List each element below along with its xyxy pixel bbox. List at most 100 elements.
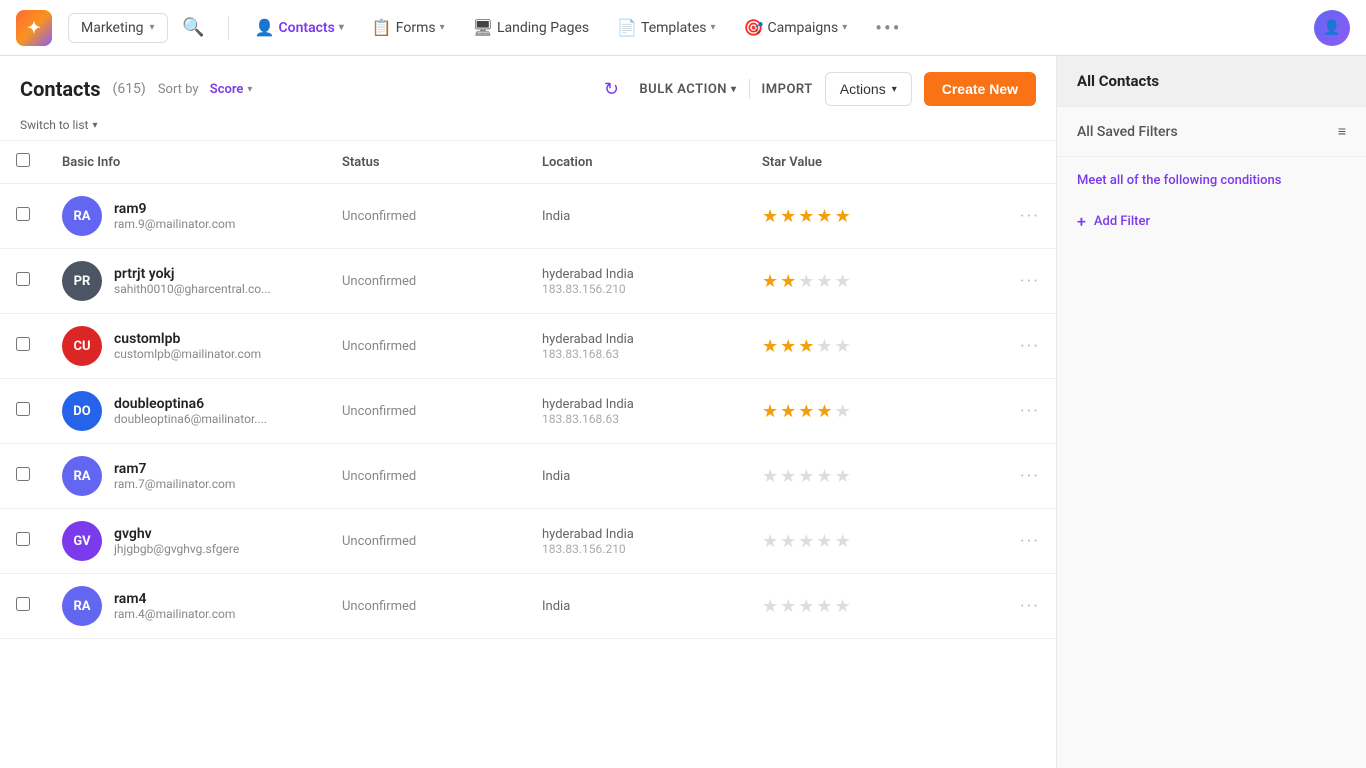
row-checkbox[interactable] xyxy=(16,532,30,546)
star-filled-icon: ★ xyxy=(780,271,796,292)
row-more-button[interactable]: ··· xyxy=(942,596,1040,617)
contact-details: customlpb customlpb@mailinator.com xyxy=(114,331,261,361)
top-nav: ✦ Marketing ▾ 🔍 👤 Contacts ▾ 📋 Forms ▾ 🖥… xyxy=(0,0,1366,56)
row-checkbox[interactable] xyxy=(16,207,30,221)
contact-name[interactable]: ram4 xyxy=(114,591,235,607)
star-filled-icon: ★ xyxy=(762,336,778,357)
location-city: hyderabad India xyxy=(542,527,730,542)
switch-to-list-chevron-icon: ▾ xyxy=(92,120,97,131)
star-filled-icon: ★ xyxy=(780,206,796,227)
contact-name[interactable]: doubleoptina6 xyxy=(114,396,267,412)
contact-name[interactable]: customlpb xyxy=(114,331,261,347)
contact-email: customlpb@mailinator.com xyxy=(114,347,261,361)
table-row: RA ram7 ram.7@mailinator.com Unconfirmed… xyxy=(0,444,1056,509)
star-rating[interactable]: ★★★★★ xyxy=(762,466,910,487)
star-filled-icon: ★ xyxy=(780,336,796,357)
workspace-chevron-icon: ▾ xyxy=(150,22,155,33)
add-filter-button[interactable]: + Add Filter xyxy=(1057,204,1366,239)
table-row: RA ram4 ram.4@mailinator.com Unconfirmed… xyxy=(0,574,1056,639)
forms-nav-label: Forms xyxy=(396,20,436,36)
add-filter-label: Add Filter xyxy=(1094,214,1150,229)
contact-name[interactable]: prtrjt yokj xyxy=(114,266,271,282)
sort-control[interactable]: Sort by Score ▾ xyxy=(158,82,253,97)
row-checkbox[interactable] xyxy=(16,272,30,286)
contacts-nav-chevron-icon: ▾ xyxy=(339,22,344,33)
contact-email: ram.9@mailinator.com xyxy=(114,217,235,231)
templates-nav-label: Templates xyxy=(641,20,707,36)
toolbar-right: ↻ BULK ACTION ▾ IMPORT Actions ▾ Create … xyxy=(595,72,1036,106)
star-filled-icon: ★ xyxy=(798,336,814,357)
nav-item-campaigns[interactable]: 🎯 Campaigns ▾ xyxy=(734,12,858,43)
location-city: India xyxy=(542,209,730,224)
star-empty-icon: ★ xyxy=(798,466,814,487)
contact-info: RA ram9 ram.9@mailinator.com xyxy=(62,196,310,236)
star-rating[interactable]: ★★★★★ xyxy=(762,401,910,422)
star-rating[interactable]: ★★★★★ xyxy=(762,271,910,292)
landing-pages-nav-icon: 🖥 xyxy=(473,18,493,37)
contact-name[interactable]: gvghv xyxy=(114,526,239,542)
contacts-table-container: Basic Info Status Location Star Value RA xyxy=(0,141,1056,768)
contact-name[interactable]: ram7 xyxy=(114,461,235,477)
toolbar: Contacts (615) Sort by Score ▾ ↻ BULK AC… xyxy=(0,56,1056,141)
workspace-selector[interactable]: Marketing ▾ xyxy=(68,13,168,43)
contact-location: hyderabad India 183.83.156.210 xyxy=(542,267,730,296)
bulk-action-button[interactable]: BULK ACTION ▾ xyxy=(639,82,736,97)
search-button[interactable]: 🔍 xyxy=(176,10,212,46)
bulk-action-chevron-icon: ▾ xyxy=(731,84,737,95)
contact-location: hyderabad India 183.83.168.63 xyxy=(542,397,730,426)
contact-avatar: RA xyxy=(62,586,102,626)
row-more-button[interactable]: ··· xyxy=(942,271,1040,292)
contact-details: ram9 ram.9@mailinator.com xyxy=(114,201,235,231)
contact-details: doubleoptina6 doubleoptina6@mailinator..… xyxy=(114,396,267,426)
nav-item-contacts[interactable]: 👤 Contacts ▾ xyxy=(245,12,354,43)
contact-info: CU customlpb customlpb@mailinator.com xyxy=(62,326,310,366)
app-logo[interactable]: ✦ xyxy=(16,10,52,46)
nav-more-button[interactable]: ••• xyxy=(865,10,911,46)
star-empty-icon: ★ xyxy=(780,596,796,617)
switch-to-list-button[interactable]: Switch to list ▾ xyxy=(20,118,1036,132)
star-empty-icon: ★ xyxy=(835,271,851,292)
contact-status: Unconfirmed xyxy=(342,404,416,419)
star-empty-icon: ★ xyxy=(780,466,796,487)
contact-count: (615) xyxy=(113,81,146,97)
star-rating[interactable]: ★★★★★ xyxy=(762,596,910,617)
actions-button[interactable]: Actions ▾ xyxy=(825,72,912,106)
sort-chevron-icon: ▾ xyxy=(247,84,252,95)
row-more-button[interactable]: ··· xyxy=(942,206,1040,227)
contact-status: Unconfirmed xyxy=(342,599,416,614)
star-rating[interactable]: ★★★★★ xyxy=(762,336,910,357)
star-rating[interactable]: ★★★★★ xyxy=(762,531,910,552)
select-all-checkbox[interactable] xyxy=(16,153,30,167)
star-empty-icon: ★ xyxy=(816,336,832,357)
table-row: GV gvghv jhjgbgb@gvghvg.sfgere Unconfirm… xyxy=(0,509,1056,574)
row-more-button[interactable]: ··· xyxy=(942,401,1040,422)
star-rating[interactable]: ★★★★★ xyxy=(762,206,910,227)
refresh-button[interactable]: ↻ xyxy=(595,73,627,105)
create-new-button[interactable]: Create New xyxy=(924,72,1036,106)
row-checkbox[interactable] xyxy=(16,337,30,351)
row-checkbox[interactable] xyxy=(16,402,30,416)
contact-details: prtrjt yokj sahith0010@gharcentral.co... xyxy=(114,266,271,296)
row-checkbox[interactable] xyxy=(16,597,30,611)
toolbar-left: Contacts (615) Sort by Score ▾ xyxy=(20,77,252,101)
contact-status: Unconfirmed xyxy=(342,209,416,224)
row-more-button[interactable]: ··· xyxy=(942,466,1040,487)
contact-avatar: RA xyxy=(62,456,102,496)
row-more-button[interactable]: ··· xyxy=(942,531,1040,552)
saved-filters-button[interactable]: All Saved Filters ≡ xyxy=(1077,123,1346,140)
row-more-button[interactable]: ··· xyxy=(942,336,1040,357)
import-button[interactable]: IMPORT xyxy=(762,82,813,97)
contact-status: Unconfirmed xyxy=(342,339,416,354)
row-checkbox[interactable] xyxy=(16,467,30,481)
star-empty-icon: ★ xyxy=(835,596,851,617)
user-avatar[interactable]: 👤 xyxy=(1314,10,1350,46)
star-empty-icon: ★ xyxy=(798,596,814,617)
nav-item-templates[interactable]: 📄 Templates ▾ xyxy=(607,12,725,43)
contact-name[interactable]: ram9 xyxy=(114,201,235,217)
star-empty-icon: ★ xyxy=(798,531,814,552)
star-empty-icon: ★ xyxy=(798,271,814,292)
right-panel: All Contacts All Saved Filters ≡ Meet al… xyxy=(1056,56,1366,768)
nav-item-forms[interactable]: 📋 Forms ▾ xyxy=(362,12,455,43)
add-filter-plus-icon: + xyxy=(1077,212,1086,231)
nav-item-landing-pages[interactable]: 🖥 Landing Pages xyxy=(463,12,599,43)
